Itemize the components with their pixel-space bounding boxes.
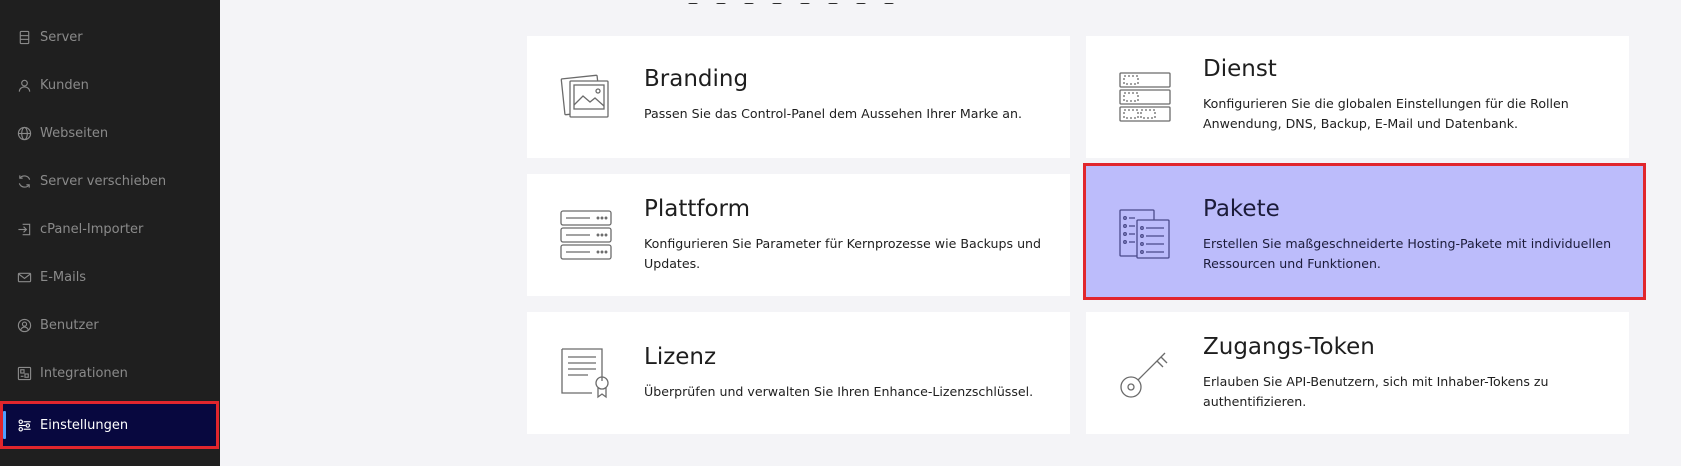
settings-card-plattform[interactable]: Plattform Konfigurieren Sie Parameter fü… — [527, 174, 1070, 296]
user-icon — [17, 78, 32, 93]
sidebar-item-label: E-Mails — [40, 269, 87, 285]
card-description: Konfigurieren Sie Parameter für Kernproz… — [644, 236, 1042, 271]
sidebar-item-label: Benutzer — [40, 317, 99, 333]
sidebar-item-label: Webseiten — [40, 125, 109, 141]
card-title: Branding — [644, 66, 749, 92]
sidebar-item-label: cPanel-Importer — [40, 221, 144, 237]
card-title: Dienst — [1203, 56, 1277, 82]
sidebar-item-webseiten[interactable]: Webseiten — [0, 109, 220, 157]
integrations-icon — [17, 366, 32, 381]
sidebar-item-label: Server — [40, 29, 83, 45]
mail-icon — [17, 270, 32, 285]
card-title: Pakete — [1203, 196, 1280, 222]
card-description: Konfigurieren Sie die globalen Einstellu… — [1203, 96, 1569, 131]
clipped-heading — [688, 0, 1008, 4]
sidebar-item-label: Integrationen — [40, 365, 128, 381]
settings-card-dienst[interactable]: Dienst Konfigurieren Sie die globalen Ei… — [1086, 36, 1629, 158]
sidebar-item-cpanel-importer[interactable]: cPanel-Importer — [0, 205, 220, 253]
sidebar-item-server-verschieben[interactable]: Server verschieben — [0, 157, 220, 205]
card-title: Zugangs-Token — [1203, 334, 1375, 360]
settings-card-pakete[interactable]: Pakete Erstellen Sie maßgeschneiderte Ho… — [1083, 163, 1646, 300]
sidebar-item-label: Einstellungen — [40, 417, 129, 433]
sidebar-item-integrationen[interactable]: Integrationen — [0, 349, 220, 397]
card-description: Passen Sie das Control-Panel dem Aussehe… — [644, 106, 1022, 121]
sidebar-item-server[interactable]: Server — [0, 13, 220, 61]
card-description: Erstellen Sie maßgeschneiderte Hosting-P… — [1203, 236, 1612, 271]
card-description: Erlauben Sie API-Benutzern, sich mit Inh… — [1203, 374, 1549, 409]
sidebar: Server Kunden Webseiten Server verschieb… — [0, 0, 220, 466]
sidebar-item-label: Kunden — [40, 77, 89, 93]
sidebar-item-benutzer[interactable]: Benutzer — [0, 301, 220, 349]
server-rack-icon — [560, 209, 612, 261]
refresh-icon — [17, 174, 32, 189]
settings-card-branding[interactable]: Branding Passen Sie das Control-Panel de… — [527, 36, 1070, 158]
card-description: Überprüfen und verwalten Sie Ihren Enhan… — [644, 384, 1034, 399]
sidebar-item-label: Server verschieben — [40, 173, 167, 189]
images-icon — [560, 71, 612, 123]
settings-card-zugangs-token[interactable]: Zugangs-Token Erlauben Sie API-Benutzern… — [1086, 312, 1629, 434]
key-icon — [1119, 347, 1171, 399]
card-title: Lizenz — [644, 344, 717, 370]
sidebar-item-einstellungen[interactable]: Einstellungen — [0, 401, 219, 449]
certificate-icon — [560, 347, 612, 399]
app: Server Kunden Webseiten Server verschieb… — [0, 0, 1681, 466]
globe-icon — [17, 126, 32, 141]
service-stack-icon — [1119, 71, 1171, 123]
packages-icon — [1119, 208, 1171, 260]
import-icon — [17, 222, 32, 237]
sidebar-item-kunden[interactable]: Kunden — [0, 61, 220, 109]
server-icon — [17, 30, 32, 45]
card-title: Plattform — [644, 196, 751, 222]
settings-card-lizenz[interactable]: Lizenz Überprüfen und verwalten Sie Ihre… — [527, 312, 1070, 434]
sidebar-item-emails[interactable]: E-Mails — [0, 253, 220, 301]
user-circle-icon — [17, 318, 32, 333]
sliders-icon — [17, 418, 32, 433]
